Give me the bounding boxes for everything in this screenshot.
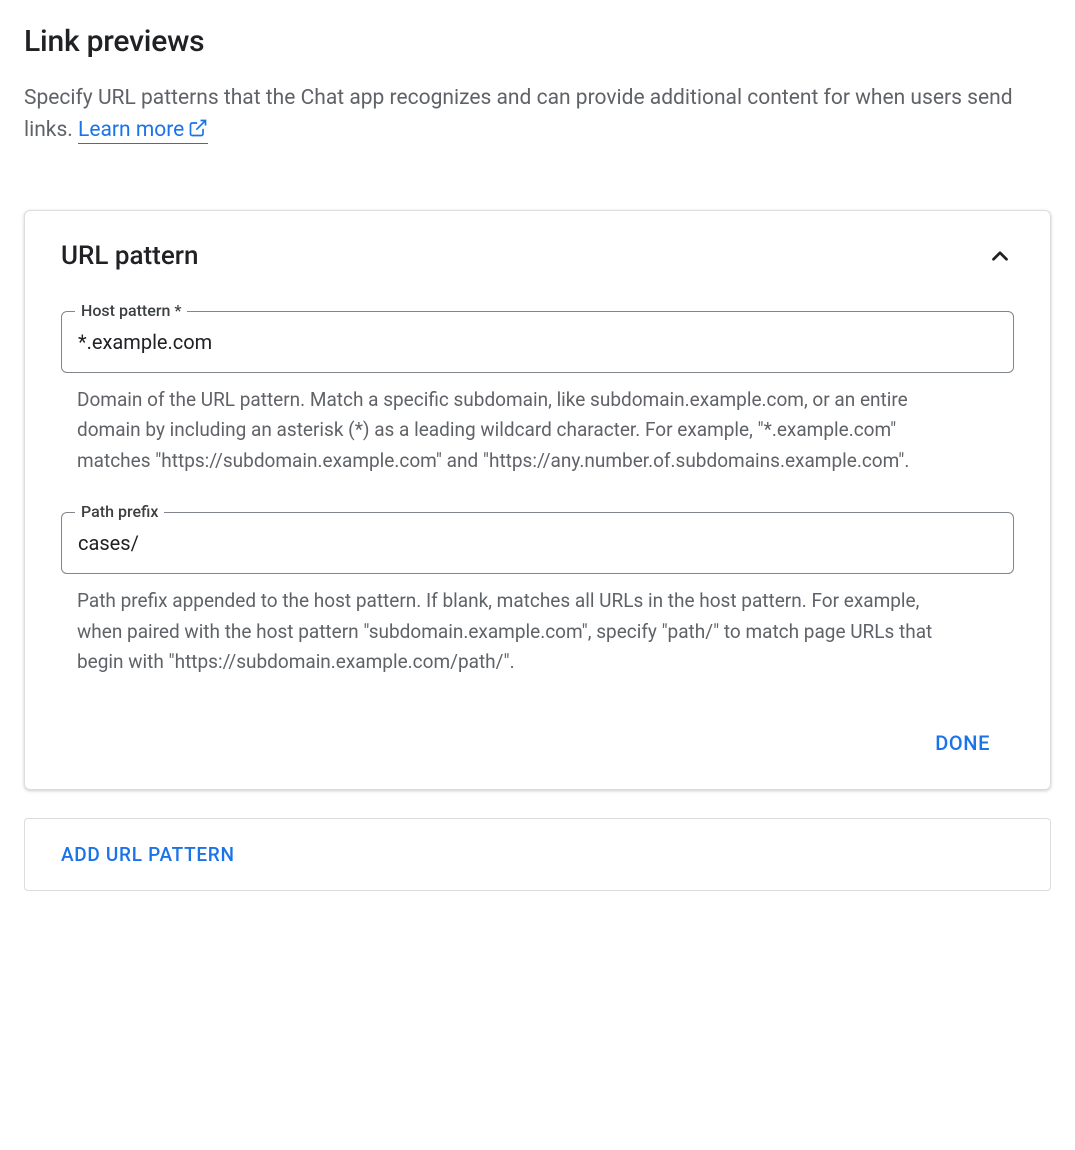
host-pattern-help: Domain of the URL pattern. Match a speci…: [77, 385, 957, 476]
card-header: URL pattern: [61, 241, 1014, 271]
collapse-toggle[interactable]: [986, 242, 1014, 270]
host-pattern-field: Host pattern *: [61, 311, 1014, 373]
card-title: URL pattern: [61, 241, 198, 271]
add-url-pattern-button[interactable]: ADD URL PATTERN: [61, 843, 235, 866]
page-description: Specify URL patterns that the Chat app r…: [24, 83, 1051, 146]
card-actions: DONE: [61, 721, 1014, 765]
chevron-up-icon: [987, 243, 1013, 269]
learn-more-link[interactable]: Learn more: [78, 118, 208, 144]
path-prefix-input[interactable]: [61, 512, 1014, 574]
path-prefix-field: Path prefix: [61, 512, 1014, 574]
host-pattern-input[interactable]: [61, 311, 1014, 373]
learn-more-label: Learn more: [78, 118, 184, 142]
page-title: Link previews: [24, 24, 1051, 59]
path-prefix-label: Path prefix: [75, 502, 164, 521]
host-pattern-label: Host pattern *: [75, 301, 187, 320]
done-button[interactable]: DONE: [919, 721, 1006, 765]
url-pattern-card: URL pattern Host pattern * Domain of the…: [24, 210, 1051, 790]
add-pattern-container: ADD URL PATTERN: [24, 818, 1051, 891]
path-prefix-help: Path prefix appended to the host pattern…: [77, 586, 957, 677]
external-link-icon: [188, 118, 208, 138]
